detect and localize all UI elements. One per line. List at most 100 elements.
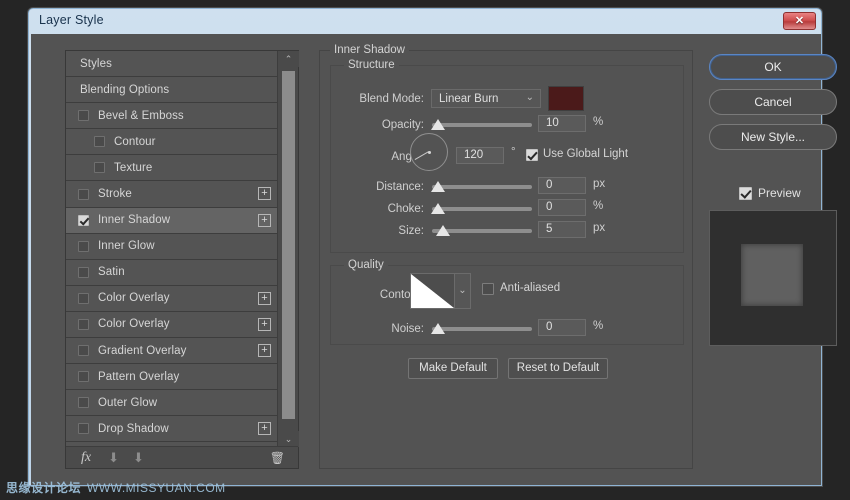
- dialog-body: StylesBlending OptionsBevel & Emboss Cont…: [31, 34, 821, 485]
- styles-list-item[interactable]: Drop Shadow +: [66, 416, 278, 442]
- styles-list-item[interactable]: Gradient Overlay+: [66, 338, 278, 364]
- styles-list-item-label: Drop Shadow: [98, 423, 169, 435]
- ok-button[interactable]: OK: [709, 54, 837, 80]
- use-global-light-label: Use Global Light: [543, 148, 628, 160]
- styles-list-item[interactable]: Bevel & Emboss: [66, 103, 278, 129]
- style-enable-checkbox[interactable]: [78, 241, 89, 252]
- use-global-light-checkbox[interactable]: [526, 149, 538, 161]
- make-default-button[interactable]: Make Default: [408, 358, 498, 379]
- distance-input[interactable]: 0: [538, 177, 586, 194]
- styles-list-item[interactable]: Stroke+: [66, 181, 278, 207]
- blend-mode-select[interactable]: Linear Burn ⌄: [431, 89, 541, 108]
- contour-preview[interactable]: [410, 273, 455, 309]
- screen: Layer Style ✕ StylesBlending OptionsBeve…: [0, 0, 850, 500]
- add-effect-icon[interactable]: +: [258, 292, 271, 305]
- reset-to-default-button[interactable]: Reset to Default: [508, 358, 608, 379]
- move-up-icon[interactable]: ⬇: [108, 451, 119, 464]
- styles-list-item-label: Satin: [98, 266, 125, 278]
- style-enable-checkbox[interactable]: [78, 110, 89, 121]
- close-icon[interactable]: ✕: [783, 12, 816, 30]
- styles-list-item[interactable]: Styles: [66, 51, 278, 77]
- preview-label: Preview: [758, 186, 801, 200]
- opacity-slider-knob[interactable]: [431, 119, 445, 130]
- choke-label: Choke:: [340, 203, 424, 215]
- size-slider[interactable]: [432, 229, 532, 233]
- styles-list-item[interactable]: Satin: [66, 260, 278, 286]
- styles-list-item[interactable]: Inner Shadow +: [66, 208, 278, 234]
- styles-list[interactable]: StylesBlending OptionsBevel & Emboss Cont…: [66, 51, 278, 447]
- preview-shape: [741, 244, 803, 306]
- noise-input[interactable]: 0: [538, 319, 586, 336]
- opacity-input[interactable]: 10: [538, 115, 586, 132]
- styles-list-item-label: Outer Glow: [98, 397, 157, 409]
- noise-slider-knob[interactable]: [431, 323, 445, 334]
- style-enable-checkbox[interactable]: [78, 267, 89, 278]
- angle-dial-needle: [415, 151, 429, 160]
- style-enable-checkbox[interactable]: [94, 162, 105, 173]
- size-slider-knob[interactable]: [436, 225, 450, 236]
- preview-checkbox[interactable]: [739, 187, 752, 200]
- styles-list-item[interactable]: Outer Glow: [66, 390, 278, 416]
- styles-scrollbar[interactable]: ⌃ ⌄: [277, 51, 298, 447]
- styles-list-item-label: Inner Glow: [98, 240, 155, 252]
- styles-list-item-label: Inner Shadow: [98, 214, 170, 226]
- styles-list-item[interactable]: Blending Options: [66, 77, 278, 103]
- add-effect-icon[interactable]: +: [258, 344, 271, 357]
- layer-style-window: Layer Style ✕ StylesBlending OptionsBeve…: [28, 8, 822, 486]
- panel-title: Inner Shadow: [330, 44, 409, 56]
- choke-input[interactable]: 0: [538, 199, 586, 216]
- scroll-up-icon[interactable]: ⌃: [278, 51, 299, 67]
- add-effect-icon[interactable]: +: [258, 318, 271, 331]
- cancel-button[interactable]: Cancel: [709, 89, 837, 115]
- styles-list-item[interactable]: Color Overlay +: [66, 286, 278, 312]
- angle-unit: °: [511, 146, 516, 158]
- noise-slider[interactable]: [432, 327, 532, 331]
- styles-list-item-label: Color Overlay: [98, 292, 170, 304]
- scroll-down-icon[interactable]: ⌄: [278, 431, 299, 447]
- blend-mode-value: Linear Burn: [439, 93, 498, 105]
- size-label: Size:: [340, 225, 424, 237]
- style-enable-checkbox[interactable]: [78, 345, 89, 356]
- styles-list-item[interactable]: Inner Glow: [66, 234, 278, 260]
- style-enable-checkbox[interactable]: [78, 293, 89, 304]
- opacity-label: Opacity:: [340, 119, 424, 131]
- fx-icon[interactable]: fx: [81, 451, 91, 465]
- opacity-slider[interactable]: [432, 123, 532, 127]
- style-enable-checkbox[interactable]: [78, 215, 89, 226]
- add-effect-icon[interactable]: +: [258, 187, 271, 200]
- new-style-button[interactable]: New Style...: [709, 124, 837, 150]
- delete-icon[interactable]: 🗑: [270, 452, 285, 464]
- scrollbar-thumb[interactable]: [282, 71, 295, 419]
- styles-list-item[interactable]: Texture: [66, 155, 278, 181]
- distance-slider-knob[interactable]: [431, 181, 445, 192]
- size-input[interactable]: 5: [538, 221, 586, 238]
- styles-list-item-label: Contour: [114, 136, 156, 148]
- anti-aliased-checkbox[interactable]: [482, 283, 494, 295]
- styles-list-item-label: Color Overlay: [98, 318, 170, 330]
- contour-dropdown-icon[interactable]: ⌄: [455, 273, 471, 309]
- style-enable-checkbox[interactable]: [78, 371, 89, 382]
- styles-list-item[interactable]: Pattern Overlay: [66, 364, 278, 390]
- opacity-unit: %: [593, 116, 603, 128]
- noise-label: Noise:: [340, 323, 424, 335]
- add-effect-icon[interactable]: +: [258, 214, 271, 227]
- distance-slider[interactable]: [432, 185, 532, 189]
- styles-list-item-label: Texture: [114, 162, 152, 174]
- styles-list-item[interactable]: Contour: [66, 129, 278, 155]
- style-enable-checkbox[interactable]: [78, 397, 89, 408]
- choke-slider[interactable]: [432, 207, 532, 211]
- move-down-icon[interactable]: ⬇: [133, 451, 144, 464]
- chevron-down-icon: ⌄: [526, 92, 534, 103]
- add-effect-icon[interactable]: +: [258, 422, 271, 435]
- angle-input[interactable]: 120: [456, 147, 504, 164]
- choke-slider-knob[interactable]: [431, 203, 445, 214]
- styles-panel: StylesBlending OptionsBevel & Emboss Cont…: [65, 50, 299, 469]
- styles-list-item[interactable]: Color Overlay +: [66, 312, 278, 338]
- angle-dial[interactable]: [410, 133, 448, 171]
- style-enable-checkbox[interactable]: [94, 136, 105, 147]
- style-enable-checkbox[interactable]: [78, 189, 89, 200]
- watermark-cn: 思缘设计论坛: [6, 481, 81, 495]
- shadow-color-swatch[interactable]: [548, 86, 584, 111]
- style-enable-checkbox[interactable]: [78, 319, 89, 330]
- style-enable-checkbox[interactable]: [78, 423, 89, 434]
